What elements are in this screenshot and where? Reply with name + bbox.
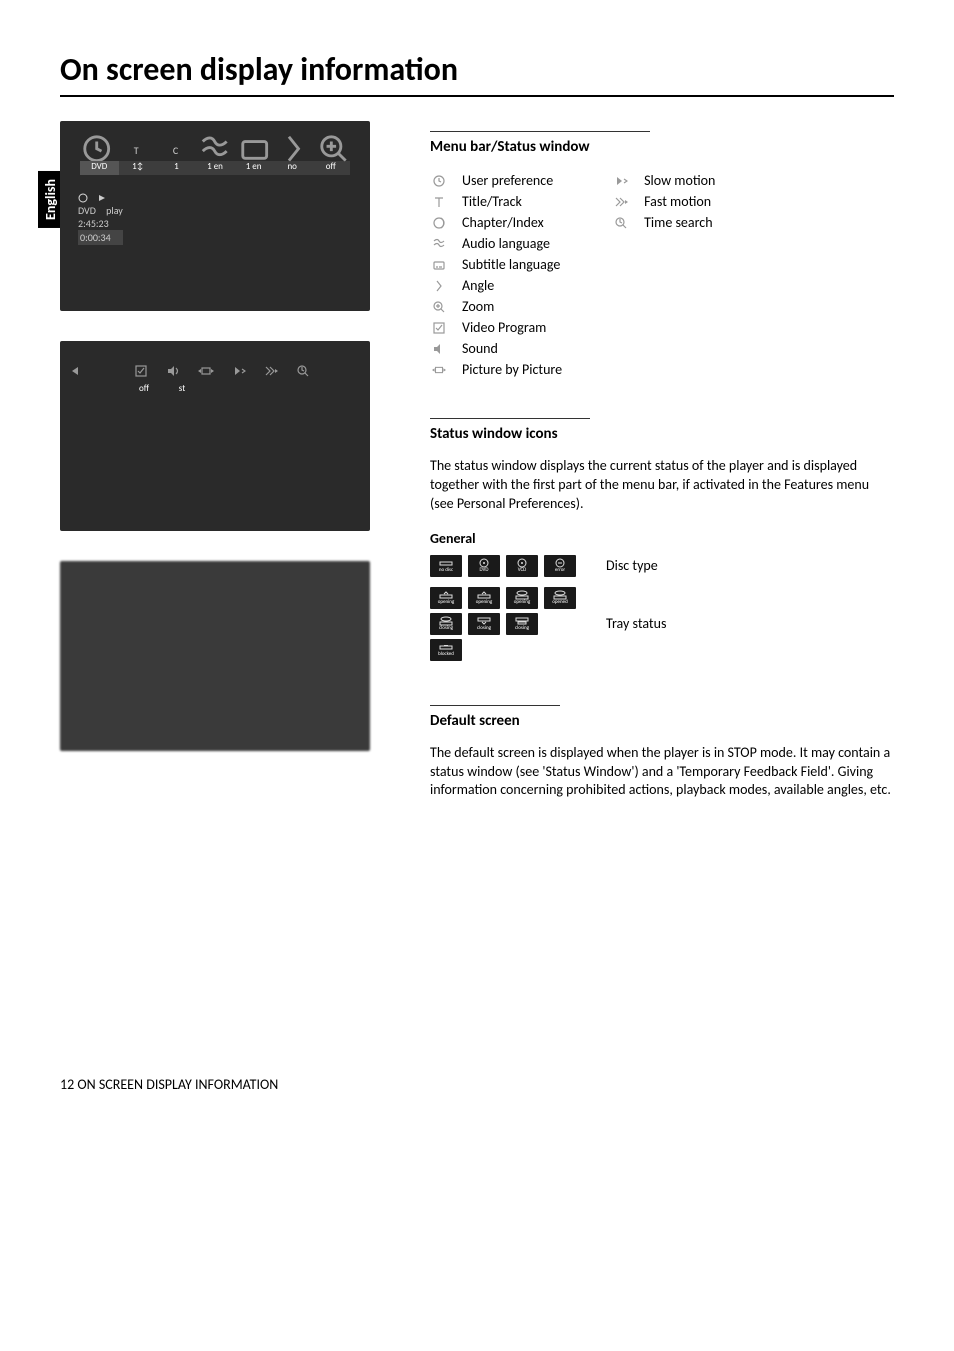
- section-heading-status-icons: Status window icons: [430, 418, 590, 443]
- tray-status-label: Tray status: [606, 615, 666, 632]
- zoom-icon: [430, 300, 448, 314]
- disc-type-icons: no disc DVD VCD error: [430, 555, 576, 577]
- default-screen-para: The default screen is displayed when the…: [430, 744, 894, 801]
- screenshot-default-screen: [60, 561, 370, 751]
- disc-type-label: Disc type: [606, 557, 658, 574]
- slow-motion-icon: [612, 174, 630, 188]
- sound-icon: [430, 342, 448, 356]
- screenshot-menubar-2: off st: [60, 341, 370, 531]
- general-subhead: General: [430, 530, 894, 547]
- video-program-icon: [430, 321, 448, 335]
- time-search-icon: [612, 216, 630, 230]
- subtitle-language-icon: [430, 258, 448, 272]
- title-track-icon: [430, 195, 448, 209]
- screenshot-menubar: T C DVD 1↕ 1 1 en 1 en no off: [60, 121, 370, 311]
- user-preference-icon: [430, 174, 448, 188]
- section-heading-default-screen: Default screen: [430, 705, 560, 730]
- angle-icon: [430, 279, 448, 293]
- menu-items-left: User preference Title/Track Chapter/Inde…: [430, 170, 562, 380]
- tray-status-icons: opening opening opening opened closing c…: [430, 587, 576, 661]
- menu-items-right: Slow motion Fast motion Time search: [612, 170, 715, 380]
- status-icons-intro: The status window displays the current s…: [430, 457, 894, 514]
- audio-language-icon: [430, 237, 448, 251]
- fast-motion-icon: [612, 195, 630, 209]
- page-footer: 12 ON SCREEN DISPLAY INFORMATION: [60, 1076, 894, 1093]
- section-heading-menubar: Menu bar/Status window: [430, 131, 650, 156]
- chapter-index-icon: [430, 216, 448, 230]
- picture-by-picture-icon: [430, 363, 448, 377]
- page-title: On screen display information: [60, 50, 894, 97]
